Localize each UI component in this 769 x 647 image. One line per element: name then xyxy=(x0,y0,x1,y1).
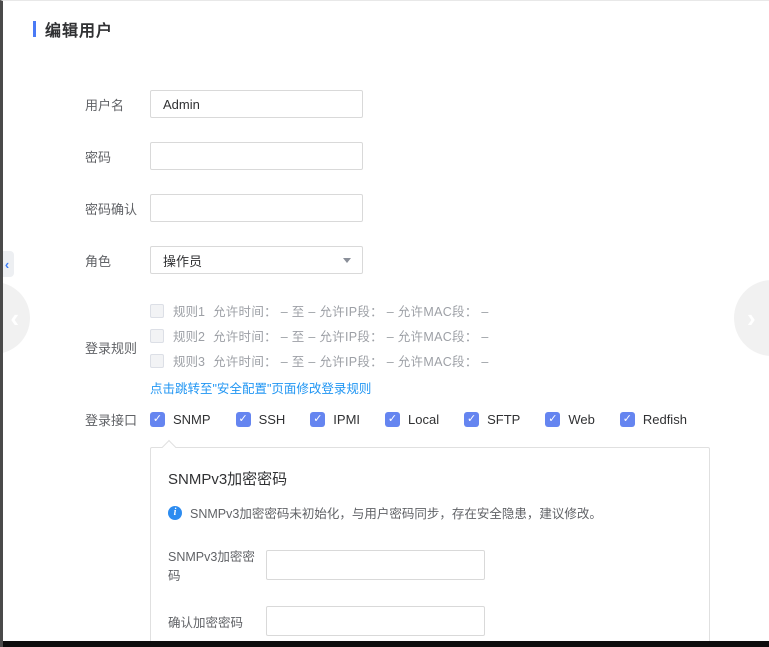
checkbox-checked-icon[interactable]: ✓ xyxy=(236,412,251,427)
chevron-down-icon xyxy=(343,258,351,263)
password-confirm-row: 密码确认 xyxy=(85,194,769,222)
login-rules-row: 登录规则 规则1 允许时间： – 至 – 允许IP段： – 允许MAC段： – … xyxy=(85,298,769,397)
checkbox-checked-icon[interactable]: ✓ xyxy=(310,412,325,427)
rule-3-detail: 允许时间： – 至 – 允许IP段： – 允许MAC段： – xyxy=(213,351,489,370)
info-icon: i xyxy=(168,506,182,520)
chevron-right-icon: › xyxy=(747,303,756,334)
rule-1-name: 规则1 xyxy=(173,301,205,320)
login-rules-list: 规则1 允许时间： – 至 – 允许IP段： – 允许MAC段： – 规则2 允… xyxy=(150,298,489,397)
panel-caret-icon xyxy=(162,440,176,454)
checkbox-checked-icon[interactable]: ✓ xyxy=(545,412,560,427)
checkbox-checked-icon[interactable]: ✓ xyxy=(150,412,165,427)
snmpv3-panel: SNMPv3加密密码 i SNMPv3加密密码未初始化，与用户密码同步，存在安全… xyxy=(150,447,710,647)
login-interfaces-list: ✓ SNMP ✓ SSH ✓ IPMI ✓ Local ✓ SFTP xyxy=(150,412,687,427)
login-rule-3: 规则3 允许时间： – 至 – 允许IP段： – 允许MAC段： – xyxy=(150,348,489,373)
username-label: 用户名 xyxy=(85,95,150,114)
rule-2-detail: 允许时间： – 至 – 允许IP段： – 允许MAC段： – xyxy=(213,326,489,345)
bottom-edge-bar xyxy=(0,641,769,647)
page-title: 编辑用户 xyxy=(45,17,113,41)
login-rules-label: 登录规则 xyxy=(85,338,150,357)
snmpv3-password-confirm-input[interactable] xyxy=(266,606,485,636)
interface-checkbox-snmp[interactable]: ✓ SNMP xyxy=(150,412,211,427)
snmpv3-panel-title: SNMPv3加密密码 xyxy=(168,468,709,489)
login-rule-1: 规则1 允许时间： – 至 – 允许IP段： – 允许MAC段： – xyxy=(150,298,489,323)
edit-user-form: 用户名 密码 密码确认 角色 操作员 登录规则 规则1 允许时间： xyxy=(85,90,769,647)
snmpv3-password-input[interactable] xyxy=(266,550,485,580)
snmpv3-notice-text: SNMPv3加密密码未初始化，与用户密码同步，存在安全隐患，建议修改。 xyxy=(190,503,602,522)
role-select[interactable]: 操作员 xyxy=(150,246,363,274)
chevron-left-icon: ‹ xyxy=(5,257,9,272)
login-rule-2: 规则2 允许时间： – 至 – 允许IP段： – 允许MAC段： – xyxy=(150,323,489,348)
rule-3-checkbox[interactable] xyxy=(150,354,164,368)
rule-2-name: 规则2 xyxy=(173,326,205,345)
page-header: 编辑用户 xyxy=(33,17,769,41)
username-row: 用户名 xyxy=(85,90,769,118)
snmpv3-password-row: SNMPv3加密密码 xyxy=(168,546,709,584)
snmpv3-password-confirm-label: 确认加密密码 xyxy=(168,612,266,631)
username-input[interactable] xyxy=(150,90,363,118)
login-interfaces-row: 登录接口 ✓ SNMP ✓ SSH ✓ IPMI ✓ Local xyxy=(85,410,769,429)
role-row: 角色 操作员 xyxy=(85,246,769,274)
interface-checkbox-redfish[interactable]: ✓ Redfish xyxy=(620,412,687,427)
sidebar-collapse-button[interactable]: ‹ xyxy=(0,251,14,277)
checkbox-checked-icon[interactable]: ✓ xyxy=(620,412,635,427)
snmpv3-password-label: SNMPv3加密密码 xyxy=(168,546,266,584)
interface-checkbox-ipmi[interactable]: ✓ IPMI xyxy=(310,412,360,427)
interface-checkbox-web[interactable]: ✓ Web xyxy=(545,412,595,427)
role-label: 角色 xyxy=(85,251,150,270)
interface-checkbox-sftp[interactable]: ✓ SFTP xyxy=(464,412,520,427)
password-confirm-input[interactable] xyxy=(150,194,363,222)
carousel-prev-button[interactable]: ‹ xyxy=(0,282,30,354)
password-row: 密码 xyxy=(85,142,769,170)
rule-3-name: 规则3 xyxy=(173,351,205,370)
title-accent-bar xyxy=(33,21,36,37)
password-confirm-label: 密码确认 xyxy=(85,199,150,218)
chevron-left-icon: ‹ xyxy=(10,303,19,334)
password-input[interactable] xyxy=(150,142,363,170)
snmpv3-notice: i SNMPv3加密密码未初始化，与用户密码同步，存在安全隐患，建议修改。 xyxy=(168,503,709,522)
rule-2-checkbox[interactable] xyxy=(150,329,164,343)
rule-1-detail: 允许时间： – 至 – 允许IP段： – 允许MAC段： – xyxy=(213,301,489,320)
checkbox-checked-icon[interactable]: ✓ xyxy=(385,412,400,427)
login-interfaces-label: 登录接口 xyxy=(85,410,150,429)
rule-1-checkbox[interactable] xyxy=(150,304,164,318)
snmpv3-password-confirm-row: 确认加密密码 xyxy=(168,606,709,636)
security-config-link[interactable]: 点击跳转至"安全配置"页面修改登录规则 xyxy=(150,378,489,397)
interface-checkbox-ssh[interactable]: ✓ SSH xyxy=(236,412,286,427)
password-label: 密码 xyxy=(85,147,150,166)
checkbox-checked-icon[interactable]: ✓ xyxy=(464,412,479,427)
edit-user-page: 编辑用户 用户名 密码 密码确认 角色 操作员 登录规则 xyxy=(0,0,769,647)
interface-checkbox-local[interactable]: ✓ Local xyxy=(385,412,439,427)
role-select-value: 操作员 xyxy=(163,251,202,270)
